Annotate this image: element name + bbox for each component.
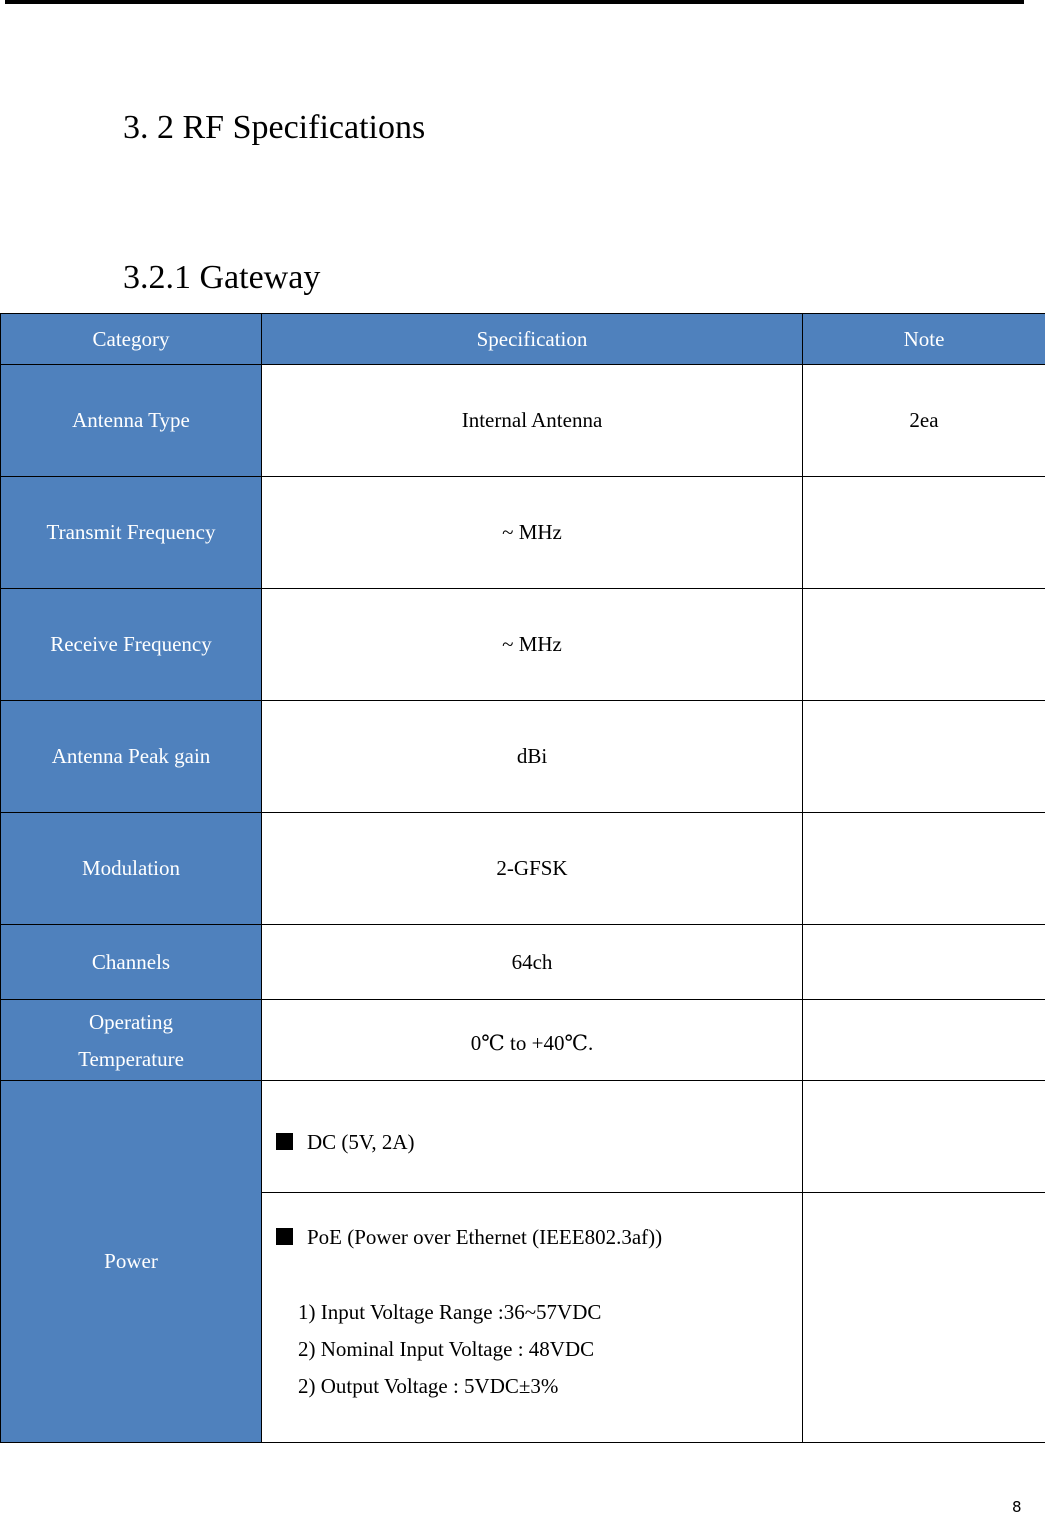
row-note	[802, 924, 1045, 1000]
table-row: Antenna Peak gain dBi	[0, 700, 1045, 813]
row-note	[802, 999, 1045, 1081]
row-note	[802, 812, 1045, 925]
table-row: Antenna Type Internal Antenna 2ea	[0, 364, 1045, 477]
table-row: Modulation 2-GFSK	[0, 812, 1045, 925]
power-dc-text: DC (5V, 2A)	[307, 1130, 415, 1154]
section-heading: 3. 2 RF Specifications	[123, 109, 426, 146]
column-header-specification: Specification	[261, 313, 803, 365]
row-category-power: Power	[0, 1080, 262, 1443]
row-note	[802, 476, 1045, 589]
poe-detail-item: 1) Input Voltage Range :36~57VDC	[298, 1299, 602, 1324]
row-category-line: Temperature	[78, 1047, 184, 1071]
row-category: Antenna Type	[0, 364, 262, 477]
row-category: Modulation	[0, 812, 262, 925]
table-header-row: Category Specification Note	[0, 313, 1045, 365]
row-spec: 2-GFSK	[261, 812, 803, 925]
table-row-power-dc: Power DC (5V, 2A)	[0, 1080, 1045, 1443]
power-poe-cell: PoE (Power over Ethernet (IEEE802.3af)) …	[261, 1192, 803, 1443]
row-category: Antenna Peak gain	[0, 700, 262, 813]
row-spec: 0℃ to +40℃.	[261, 999, 803, 1081]
row-note	[802, 700, 1045, 813]
table-row: Channels 64ch	[0, 924, 1045, 1000]
rf-spec-table: Category Specification Note Antenna Type…	[0, 313, 1045, 1443]
row-spec: 64ch	[261, 924, 803, 1000]
poe-details-list: 1) Input Voltage Range :36~57VDC 2) Nomi…	[276, 1294, 802, 1405]
square-bullet-icon	[276, 1227, 293, 1245]
square-bullet-icon	[276, 1133, 293, 1150]
table-row: Transmit Frequency ~ MHz	[0, 476, 1045, 589]
column-header-note: Note	[802, 313, 1045, 365]
subsection-heading: 3.2.1 Gateway	[123, 259, 321, 296]
row-spec: ~ MHz	[261, 588, 803, 701]
row-category: Operating Temperature	[0, 999, 262, 1081]
row-note: 2ea	[802, 364, 1045, 477]
row-note	[802, 588, 1045, 701]
row-spec: ~ MHz	[261, 476, 803, 589]
row-note	[802, 1192, 1045, 1443]
row-spec: dBi	[261, 700, 803, 813]
power-poe-text: PoE (Power over Ethernet (IEEE802.3af))	[307, 1224, 663, 1249]
row-category-line: Operating	[89, 1010, 173, 1034]
column-header-category: Category	[0, 313, 262, 365]
table-row: Operating Temperature 0℃ to +40℃.	[0, 999, 1045, 1081]
table-row: Receive Frequency ~ MHz	[0, 588, 1045, 701]
page-number: 8	[1012, 1498, 1022, 1516]
top-rule	[5, 0, 1024, 4]
row-category: Receive Frequency	[0, 588, 262, 701]
power-dc-cell: DC (5V, 2A)	[261, 1080, 803, 1193]
poe-detail-item: 2) Output Voltage : 5VDC±3%	[298, 1373, 559, 1398]
row-category: Channels	[0, 924, 262, 1000]
row-spec: Internal Antenna	[261, 364, 803, 477]
poe-detail-item: 2) Nominal Input Voltage : 48VDC	[298, 1336, 595, 1361]
row-category: Transmit Frequency	[0, 476, 262, 589]
row-note	[802, 1080, 1045, 1193]
